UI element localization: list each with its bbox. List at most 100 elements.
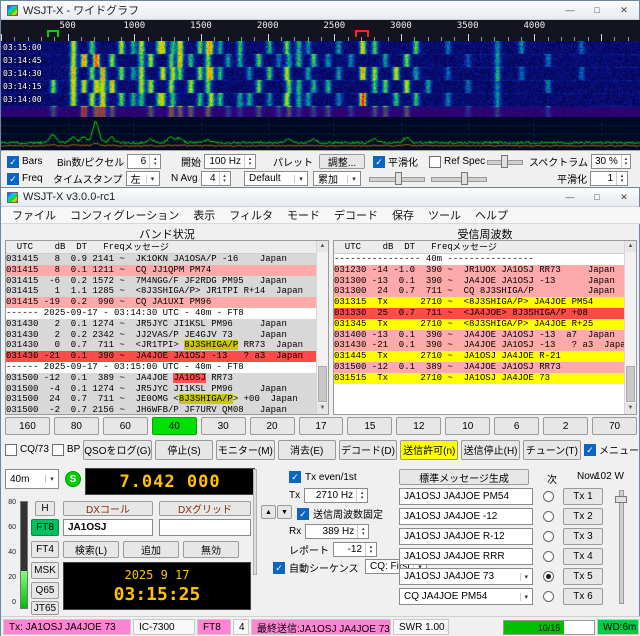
band-button-40[interactable]: 40 — [152, 417, 197, 435]
mode-button-ft4[interactable]: FT4 — [31, 541, 59, 558]
decode-row[interactable]: 031430 2 0.2 2342 ~ JJ2VAS/P JE4GJV 73 J… — [6, 330, 316, 341]
menu-file[interactable]: ファイル — [5, 207, 63, 223]
decode-row[interactable]: 031500 -2 0.7 2156 ~ JH6WFB/P JF7URV QM0… — [6, 405, 316, 414]
freq-down-button[interactable]: ▼ — [277, 505, 292, 519]
rx-frequency-scrollbar[interactable]: ▲ ▼ — [624, 241, 636, 414]
rx-freq-marker[interactable] — [47, 30, 59, 37]
scroll-down-icon[interactable]: ▼ — [625, 403, 636, 414]
decode-row[interactable]: 031300 -13 0.1 390 ~ JA4JOE JA1OSJ -13 J… — [334, 276, 624, 287]
scrollbar-thumb[interactable] — [318, 366, 327, 402]
tx-now-button-4[interactable]: Tx 4 — [563, 548, 603, 565]
dropdown-arrow-icon[interactable]: ▾ — [520, 593, 528, 601]
decode-row[interactable]: 031415 -19 0.2 990 ~ CQ JA1UXI PM96 — [6, 297, 316, 308]
tx-message-field-5[interactable]: JA1OSJ JA4JOE 73▾ — [399, 568, 533, 585]
decode-row[interactable]: 031330 25 0.7 711 ~ <JA4JOE> 8J3SHIGA/P … — [334, 308, 624, 319]
band-activity-list[interactable]: 031415 8 0.9 2141 ~ JK1OKN JA1OSA/P -16 … — [6, 254, 316, 414]
tx-message-field-1[interactable]: JA1OSJ JA4JOE PM54 — [399, 488, 533, 505]
erase-button[interactable]: 消去(E) — [278, 440, 336, 460]
band-button-2[interactable]: 2 — [543, 417, 588, 435]
palette-combo[interactable]: Default▾ — [244, 171, 308, 186]
generate-std-msgs-button[interactable]: 標準メッセージ生成 — [399, 469, 529, 485]
decode-row[interactable]: 031345 Tx 2710 ~ <8J3SHIGA/P> JA4JOE R+2… — [334, 319, 624, 330]
menu-filter[interactable]: フィルタ — [222, 207, 280, 223]
decode-row[interactable]: 031445 Tx 2710 ~ JA1OSJ JA4JOE R-21 — [334, 351, 624, 362]
band-button-6[interactable]: 6 — [494, 417, 539, 435]
decode-row[interactable]: 031430 0 0.7 711 ~ <JR1TPI> 8J3SHIGA/P R… — [6, 340, 316, 351]
decode-row[interactable]: 031415 8 0.1 1211 ~ CQ JJ1QPM PM74 — [6, 265, 316, 276]
bp-checkbox[interactable] — [52, 444, 64, 456]
tx-select-radio-3[interactable] — [543, 531, 554, 542]
tx-freq-marker[interactable] — [355, 30, 369, 37]
monitor-button[interactable]: モニター(M) — [216, 440, 274, 460]
disable-button[interactable]: 無効 — [183, 541, 239, 558]
tx-freq-spinner[interactable]: 2710 Hz▴▾ — [304, 488, 368, 503]
decode-row[interactable]: 031415 -6 0.2 1572 ~ 7M4NGG/F JF2RDG PM9… — [6, 276, 316, 287]
band-button-10[interactable]: 10 — [445, 417, 490, 435]
band-button-60[interactable]: 60 — [103, 417, 148, 435]
mode-button-jt65[interactable]: JT65 — [31, 601, 59, 615]
auto-seq-checkbox[interactable] — [273, 562, 285, 574]
band-button-70[interactable]: 70 — [592, 417, 637, 435]
decode-row[interactable]: 031500 -12 0.1 389 ~ JA4JOE JA1OSJ RR73 — [6, 373, 316, 384]
decode-row[interactable]: 031315 Tx 2710 ~ <8J3SHIGA/P> JA4JOE PM5… — [334, 297, 624, 308]
decode-row[interactable]: 031500 -4 0.1 1274 ~ JR5JYC JI1KSL PM96 … — [6, 384, 316, 395]
decode-separator[interactable]: ---------------- 40m ---------------- — [334, 254, 624, 265]
tx-message-field-6[interactable]: CQ JA4JOE PM54▾ — [399, 588, 533, 605]
decode-row[interactable]: 031415 8 0.9 2141 ~ JK1OKN JA1OSA/P -16 … — [6, 254, 316, 265]
band-button-30[interactable]: 30 — [201, 417, 246, 435]
decode-row[interactable]: 031430 -21 0.1 390 ~ JA4JOE JA1OSJ -13 ?… — [334, 340, 624, 351]
rx-frequency-list[interactable]: ---------------- 40m ----------------031… — [334, 254, 624, 414]
log-qso-button[interactable]: QSOをログ(G) — [83, 440, 152, 460]
decode-row[interactable]: 031415 1 1.1 1285 ~ <8J3SHIGA/P> JR1TPI … — [6, 286, 316, 297]
menu-tools[interactable]: ツール — [421, 207, 468, 223]
scroll-up-icon[interactable]: ▲ — [317, 241, 328, 252]
decode-row[interactable]: 031430 2 0.1 1274 ~ JR5JYC JI1KSL PM96 J… — [6, 319, 316, 330]
tx-now-button-2[interactable]: Tx 2 — [563, 508, 603, 525]
close-button[interactable]: ✕ — [611, 189, 637, 205]
scrollbar-thumb[interactable] — [626, 366, 635, 402]
band-button-12[interactable]: 12 — [396, 417, 441, 435]
report-spinner[interactable]: -12▴▾ — [333, 542, 377, 557]
splitter-handle[interactable] — [253, 469, 257, 575]
n-avg-spinner[interactable]: 4▴▾ — [201, 171, 231, 186]
menu-save[interactable]: 保存 — [385, 207, 421, 223]
smooth-spinner[interactable]: 1▴▾ — [590, 171, 628, 186]
rx-freq-spinner[interactable]: 389 Hz▴▾ — [305, 524, 369, 539]
dx-grid-button[interactable]: DXグリッド — [159, 501, 251, 516]
ref-spec-checkbox[interactable] — [429, 156, 441, 168]
tx-now-button-1[interactable]: Tx 1 — [563, 488, 603, 505]
halt-tx-button[interactable]: 送信停止(H) — [461, 440, 519, 460]
enable-tx-button[interactable]: 送信許可(n) — [400, 440, 458, 460]
mode-button-q65[interactable]: Q65 — [31, 582, 59, 599]
scroll-down-icon[interactable]: ▼ — [317, 403, 328, 414]
tx-message-field-3[interactable]: JA1OSJ JA4JOE R-12 — [399, 528, 533, 545]
hold-tx-freq-checkbox[interactable] — [297, 508, 309, 520]
decode-separator[interactable]: ------ 2025-09-17 - 03:14:30 UTC - 40m -… — [6, 308, 316, 319]
cq73-checkbox[interactable] — [5, 444, 17, 456]
dx-call-button[interactable]: DXコール — [63, 501, 153, 516]
decode-row[interactable]: 031500 -12 0.1 389 ~ JA4JOE JA1OSJ RR73 — [334, 362, 624, 373]
tx-now-button-5[interactable]: Tx 5 — [563, 568, 603, 585]
tx-message-field-2[interactable]: JA1OSJ JA4JOE -12 — [399, 508, 533, 525]
decode-row[interactable]: 031400 -13 0.1 390 ~ JA4JOE JA1OSJ -13 a… — [334, 330, 624, 341]
band-button-80[interactable]: 80 — [54, 417, 99, 435]
band-button-20[interactable]: 20 — [250, 417, 295, 435]
tx-select-radio-6[interactable] — [543, 591, 554, 602]
decode-row[interactable]: 031230 -14 -1.0 390 ~ JR1UOX JA1OSJ RR73… — [334, 265, 624, 276]
decode-row[interactable]: 031515 Tx 2710 ~ JA1OSJ JA4JOE 73 — [334, 373, 624, 384]
decode-button[interactable]: デコード(D) — [339, 440, 397, 460]
decode-row[interactable]: 031500 24 0.7 711 ~ JE0OMG <8J3SHIGA/P> … — [6, 394, 316, 405]
timestamp-position-combo[interactable]: 左▾ — [126, 171, 160, 186]
mode-button-ft8[interactable]: FT8 — [31, 519, 59, 536]
freq-up-button[interactable]: ▲ — [261, 505, 276, 519]
spectrum-mode-combo[interactable]: 累加▾ — [313, 171, 361, 186]
menu-configurations[interactable]: コンフィグレーション — [63, 207, 186, 223]
hound-button[interactable]: H — [35, 501, 55, 516]
tx-now-button-6[interactable]: Tx 6 — [563, 588, 603, 605]
minimize-button[interactable]: — — [557, 2, 583, 18]
maximize-button[interactable]: □ — [584, 2, 610, 18]
menu-help[interactable]: ヘルプ — [468, 207, 515, 223]
decode-row[interactable]: 031430 -21 0.1 390 ~ JA4JOE JA1OSJ -13 ?… — [6, 351, 316, 362]
tx-now-button-3[interactable]: Tx 3 — [563, 528, 603, 545]
bars-checkbox[interactable] — [7, 156, 19, 168]
